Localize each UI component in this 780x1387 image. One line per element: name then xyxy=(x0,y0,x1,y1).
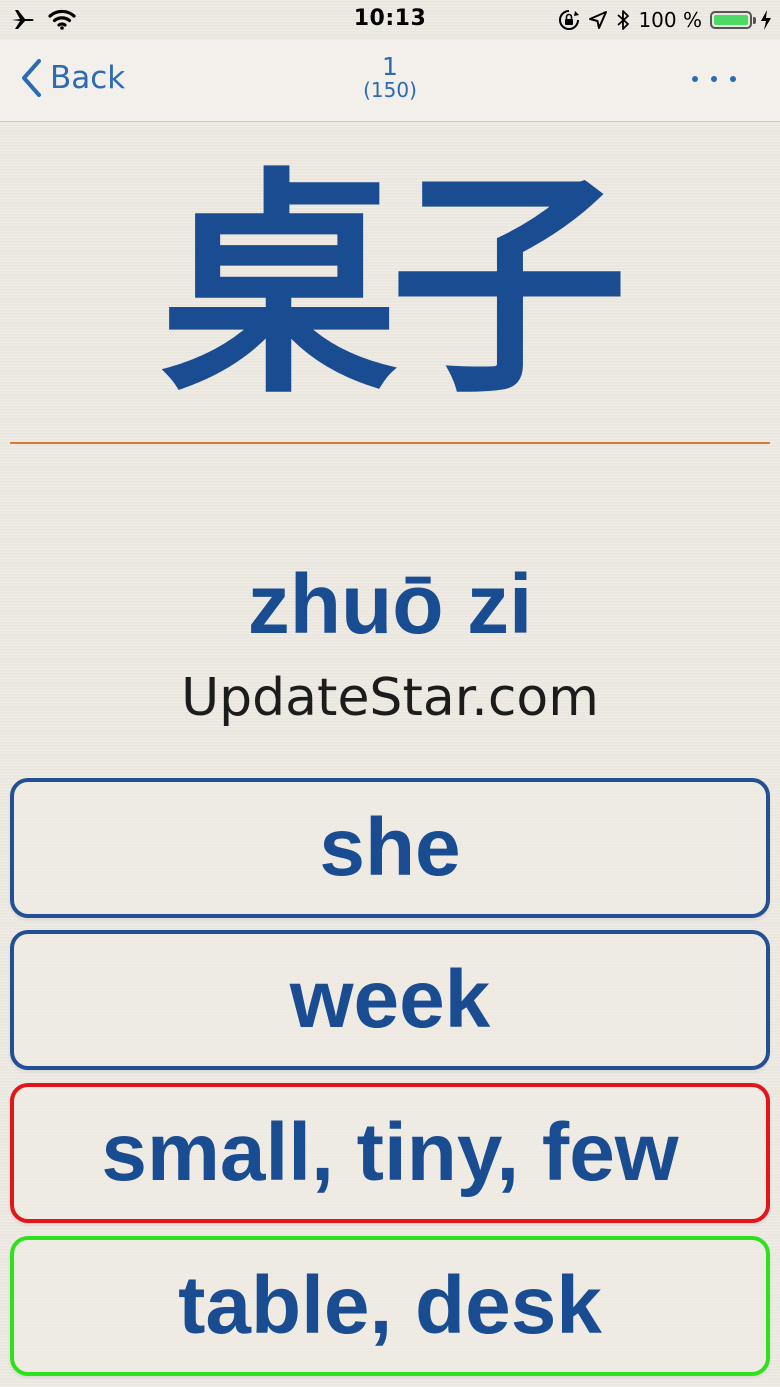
more-options-button[interactable] xyxy=(692,64,736,94)
navigation-bar: Back 1 (150) xyxy=(0,40,780,122)
ellipsis-dot-icon xyxy=(692,76,698,82)
hanzi-character: 桌子 xyxy=(160,149,628,426)
battery-icon xyxy=(710,11,756,29)
answer-option-she[interactable]: she xyxy=(10,778,770,918)
ellipsis-dot-icon xyxy=(711,76,717,82)
charging-icon xyxy=(761,10,771,30)
answer-option-wrong[interactable]: small, tiny, few xyxy=(10,1083,770,1223)
status-bar: 10:13 100 % xyxy=(0,0,780,40)
card-total: (150) xyxy=(363,78,417,103)
location-icon xyxy=(589,11,608,29)
bluetooth-icon xyxy=(617,10,630,30)
answer-option-week[interactable]: week xyxy=(10,930,770,1070)
battery-nub xyxy=(753,17,756,24)
divider xyxy=(10,442,770,444)
battery-percent: 100 % xyxy=(638,8,702,32)
answer-option-correct[interactable]: table, desk xyxy=(10,1236,770,1376)
ellipsis-dot-icon xyxy=(730,76,736,82)
card-counter: 1 (150) xyxy=(0,52,780,103)
watermark-text: UpdateStar.com xyxy=(181,668,599,728)
orientation-lock-icon xyxy=(559,10,580,30)
pinyin-text: zhuō zi xyxy=(247,557,533,651)
card-index: 1 xyxy=(382,52,398,81)
battery-fill xyxy=(714,15,748,25)
status-right: 100 % xyxy=(558,6,772,34)
